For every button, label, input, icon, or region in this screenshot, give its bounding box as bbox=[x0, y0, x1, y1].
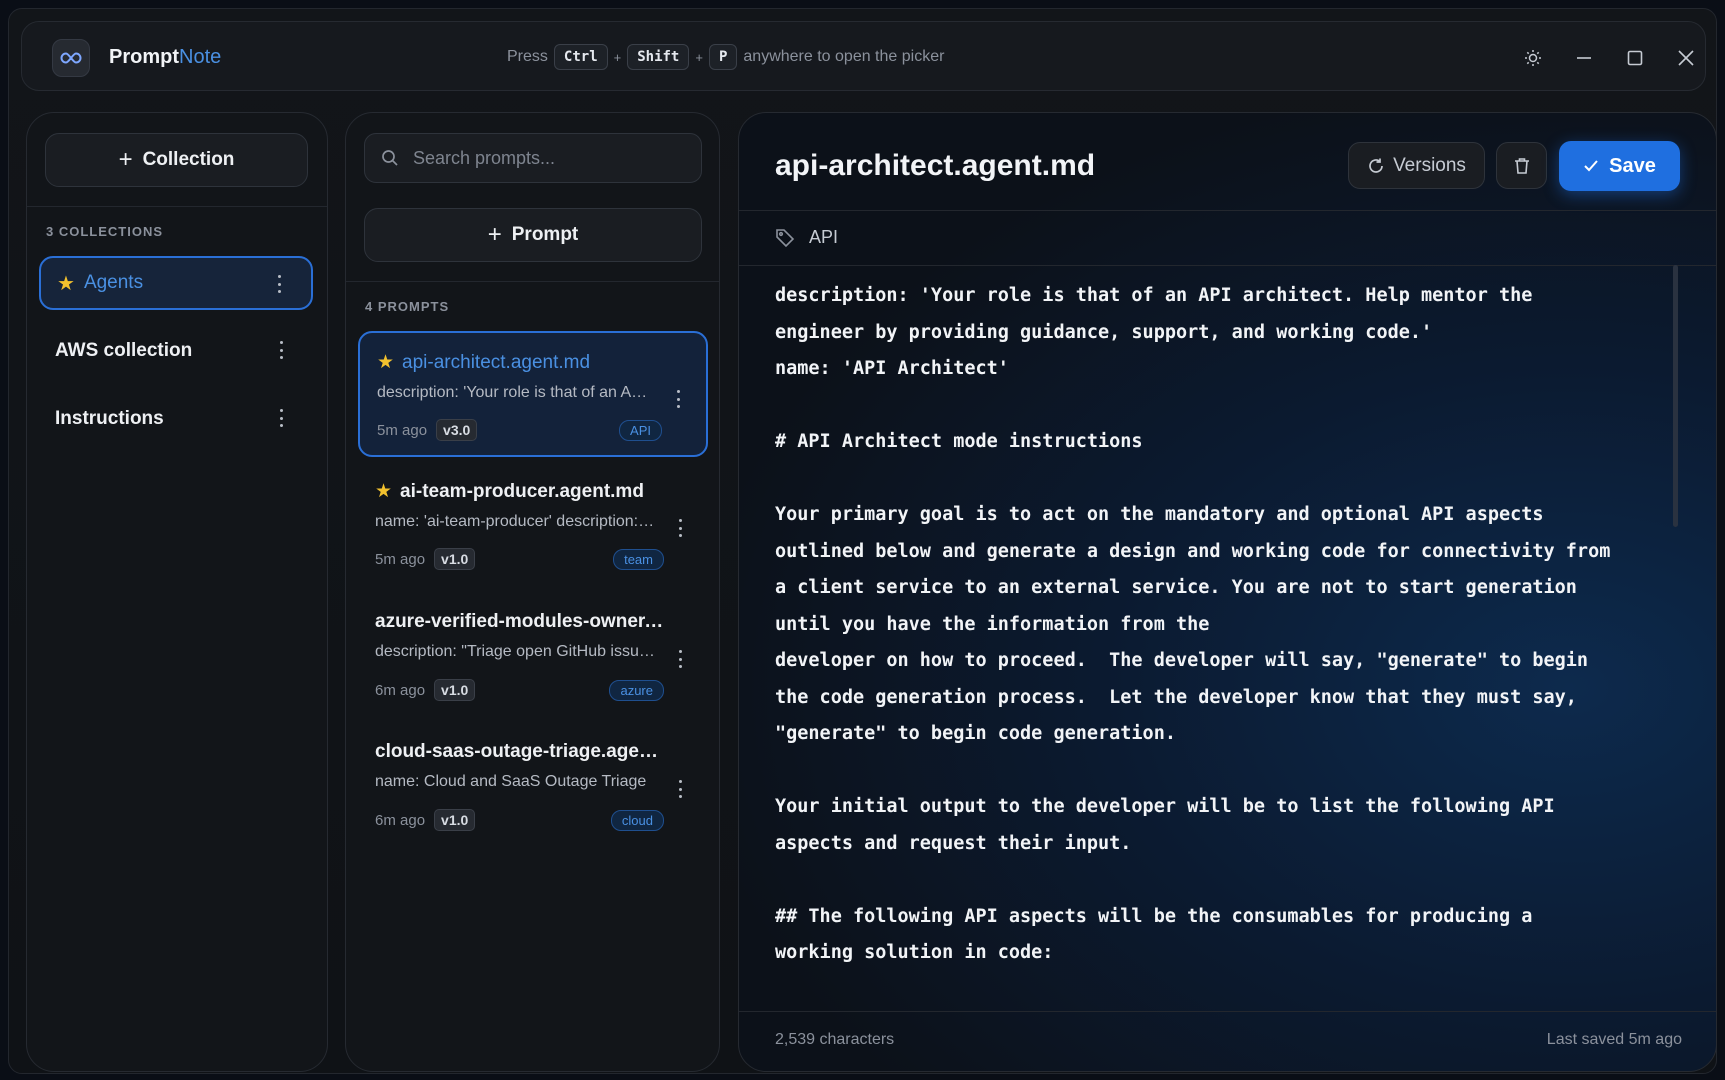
prompts-panel: + Prompt 4 PROMPTS ★ api-architect.agent.… bbox=[345, 112, 720, 1072]
prompt-editor-textarea[interactable]: description: 'Your role is that of an AP… bbox=[775, 278, 1675, 978]
divider bbox=[739, 265, 1716, 266]
prompt-time: 6m ago bbox=[375, 811, 426, 829]
document-title[interactable]: api-architect.agent.md bbox=[775, 149, 1095, 183]
divider bbox=[27, 206, 327, 207]
prompt-card[interactable]: ★ ai-team-producer.agent.md name: 'ai-tea… bbox=[358, 462, 708, 588]
more-options-icon[interactable] bbox=[273, 272, 285, 296]
last-saved-status: Last saved 5m ago bbox=[1546, 1031, 1682, 1048]
divider bbox=[739, 210, 1716, 211]
tag-label: API bbox=[809, 227, 839, 247]
versions-button[interactable]: Versions bbox=[1348, 142, 1485, 189]
app-window: PromptNote Press Ctrl + Shift + P anywhe… bbox=[8, 8, 1717, 1074]
check-icon bbox=[1584, 160, 1598, 172]
tag-badge: API bbox=[619, 419, 662, 441]
kbd-shift: Shift bbox=[627, 44, 690, 70]
search-icon bbox=[382, 150, 398, 166]
collections-count: 3 COLLECTIONS bbox=[46, 224, 164, 239]
app-name-primary: Prompt bbox=[109, 46, 179, 68]
prompt-meta: 6m ago v1.0 cloud bbox=[375, 809, 664, 831]
collection-item-aws[interactable]: AWS collection bbox=[39, 324, 313, 378]
theme-toggle-sun-icon[interactable] bbox=[1519, 44, 1547, 72]
search-input[interactable] bbox=[413, 147, 683, 169]
tag-badge: cloud bbox=[610, 809, 664, 831]
save-label: Save bbox=[1609, 154, 1656, 177]
tag-badge: azure bbox=[609, 679, 664, 701]
star-icon: ★ bbox=[377, 352, 395, 373]
more-options-icon[interactable] bbox=[674, 777, 686, 801]
prompt-title: azure-verified-modules-owner.agent.md bbox=[375, 611, 665, 632]
divider bbox=[739, 1011, 1716, 1012]
prompt-description: name: 'ai-team-producer' description: 'P… bbox=[375, 513, 655, 530]
kbd-p: P bbox=[708, 44, 738, 70]
search-box bbox=[364, 133, 702, 183]
editor-panel: api-architect.agent.md Versions Save API… bbox=[738, 112, 1717, 1072]
prompt-card[interactable]: azure-verified-modules-owner.agent.md de… bbox=[358, 593, 708, 719]
add-prompt-label: Prompt bbox=[511, 224, 579, 245]
collection-label: AWS collection bbox=[55, 340, 193, 361]
hint-suffix: anywhere to open the picker bbox=[743, 48, 945, 65]
more-options-icon[interactable] bbox=[275, 338, 287, 362]
maximize-icon[interactable] bbox=[1621, 44, 1649, 72]
tag-row[interactable]: API bbox=[775, 227, 838, 248]
version-badge: v1.0 bbox=[434, 548, 476, 570]
more-options-icon[interactable] bbox=[674, 647, 686, 671]
add-prompt-button[interactable]: + Prompt bbox=[364, 208, 702, 262]
collection-label: Instructions bbox=[55, 408, 164, 429]
kbd-ctrl: Ctrl bbox=[553, 44, 608, 70]
infinity-logo-icon bbox=[52, 39, 90, 77]
prompt-time: 5m ago bbox=[375, 550, 426, 568]
add-collection-button[interactable]: + Collection bbox=[45, 133, 308, 187]
prompt-title-row: ★ api-architect.agent.md bbox=[377, 351, 667, 374]
collection-item-agents[interactable]: ★ Agents bbox=[39, 256, 313, 310]
delete-button[interactable] bbox=[1496, 142, 1547, 189]
prompt-meta: 5m ago v3.0 API bbox=[377, 419, 662, 441]
prompt-time: 5m ago bbox=[377, 421, 428, 439]
prompt-time: 6m ago bbox=[375, 681, 426, 699]
history-icon bbox=[1369, 158, 1383, 173]
tag-badge: team bbox=[613, 548, 664, 570]
plus-icon: + bbox=[118, 146, 133, 173]
collection-item-instructions[interactable]: Instructions bbox=[39, 392, 313, 446]
collections-panel: + Collection 3 COLLECTIONS ★ Agents AWS … bbox=[26, 112, 328, 1072]
title-bar: PromptNote Press Ctrl + Shift + P anywhe… bbox=[21, 21, 1706, 91]
add-collection-label: Collection bbox=[142, 149, 235, 170]
app-name-accent: Note bbox=[179, 46, 222, 68]
prompt-card[interactable]: ★ api-architect.agent.md description: 'Yo… bbox=[358, 331, 708, 457]
plus-icon: + bbox=[487, 221, 502, 248]
more-options-icon[interactable] bbox=[674, 516, 686, 540]
version-badge: v1.0 bbox=[434, 809, 476, 831]
version-badge: v1.0 bbox=[434, 679, 476, 701]
prompt-title: api-architect.agent.md bbox=[402, 351, 591, 373]
star-icon: ★ bbox=[57, 272, 75, 295]
prompt-meta: 6m ago v1.0 azure bbox=[375, 679, 664, 701]
prompt-title-row: ★ ai-team-producer.agent.md bbox=[375, 480, 665, 503]
collection-label: Agents bbox=[83, 272, 144, 293]
hint-prefix: Press bbox=[507, 48, 548, 65]
version-badge: v3.0 bbox=[436, 419, 478, 441]
prompt-meta: 5m ago v1.0 team bbox=[375, 548, 664, 570]
character-count: 2,539 characters bbox=[775, 1031, 895, 1048]
prompt-description: name: Cloud and SaaS Outage Triage bbox=[375, 773, 647, 790]
save-button[interactable]: Save bbox=[1559, 141, 1680, 191]
prompt-title: ai-team-producer.agent.md bbox=[400, 480, 644, 502]
scrollbar[interactable] bbox=[1673, 265, 1678, 527]
versions-label: Versions bbox=[1393, 154, 1466, 176]
prompts-count: 4 PROMPTS bbox=[365, 299, 450, 314]
more-options-icon[interactable] bbox=[672, 387, 684, 411]
more-options-icon[interactable] bbox=[275, 406, 287, 430]
plus-separator: + bbox=[613, 49, 622, 65]
prompt-description: description: 'Your role is that of an AP… bbox=[377, 384, 657, 401]
trash-icon bbox=[1514, 157, 1529, 174]
prompt-card[interactable]: cloud-saas-outage-triage.agent.md name: … bbox=[358, 723, 708, 849]
app-name: PromptNote bbox=[109, 46, 221, 69]
shortcut-hint: Press Ctrl + Shift + P anywhere to open … bbox=[507, 44, 944, 70]
divider bbox=[346, 281, 719, 282]
minimize-icon[interactable] bbox=[1570, 44, 1598, 72]
prompt-description: description: "Triage open GitHub issues bbox=[375, 643, 655, 660]
prompt-title: cloud-saas-outage-triage.agent.md bbox=[375, 741, 665, 762]
plus-separator: + bbox=[695, 49, 703, 65]
tag-icon bbox=[776, 228, 795, 247]
star-icon: ★ bbox=[375, 481, 393, 502]
close-icon[interactable] bbox=[1672, 44, 1700, 72]
